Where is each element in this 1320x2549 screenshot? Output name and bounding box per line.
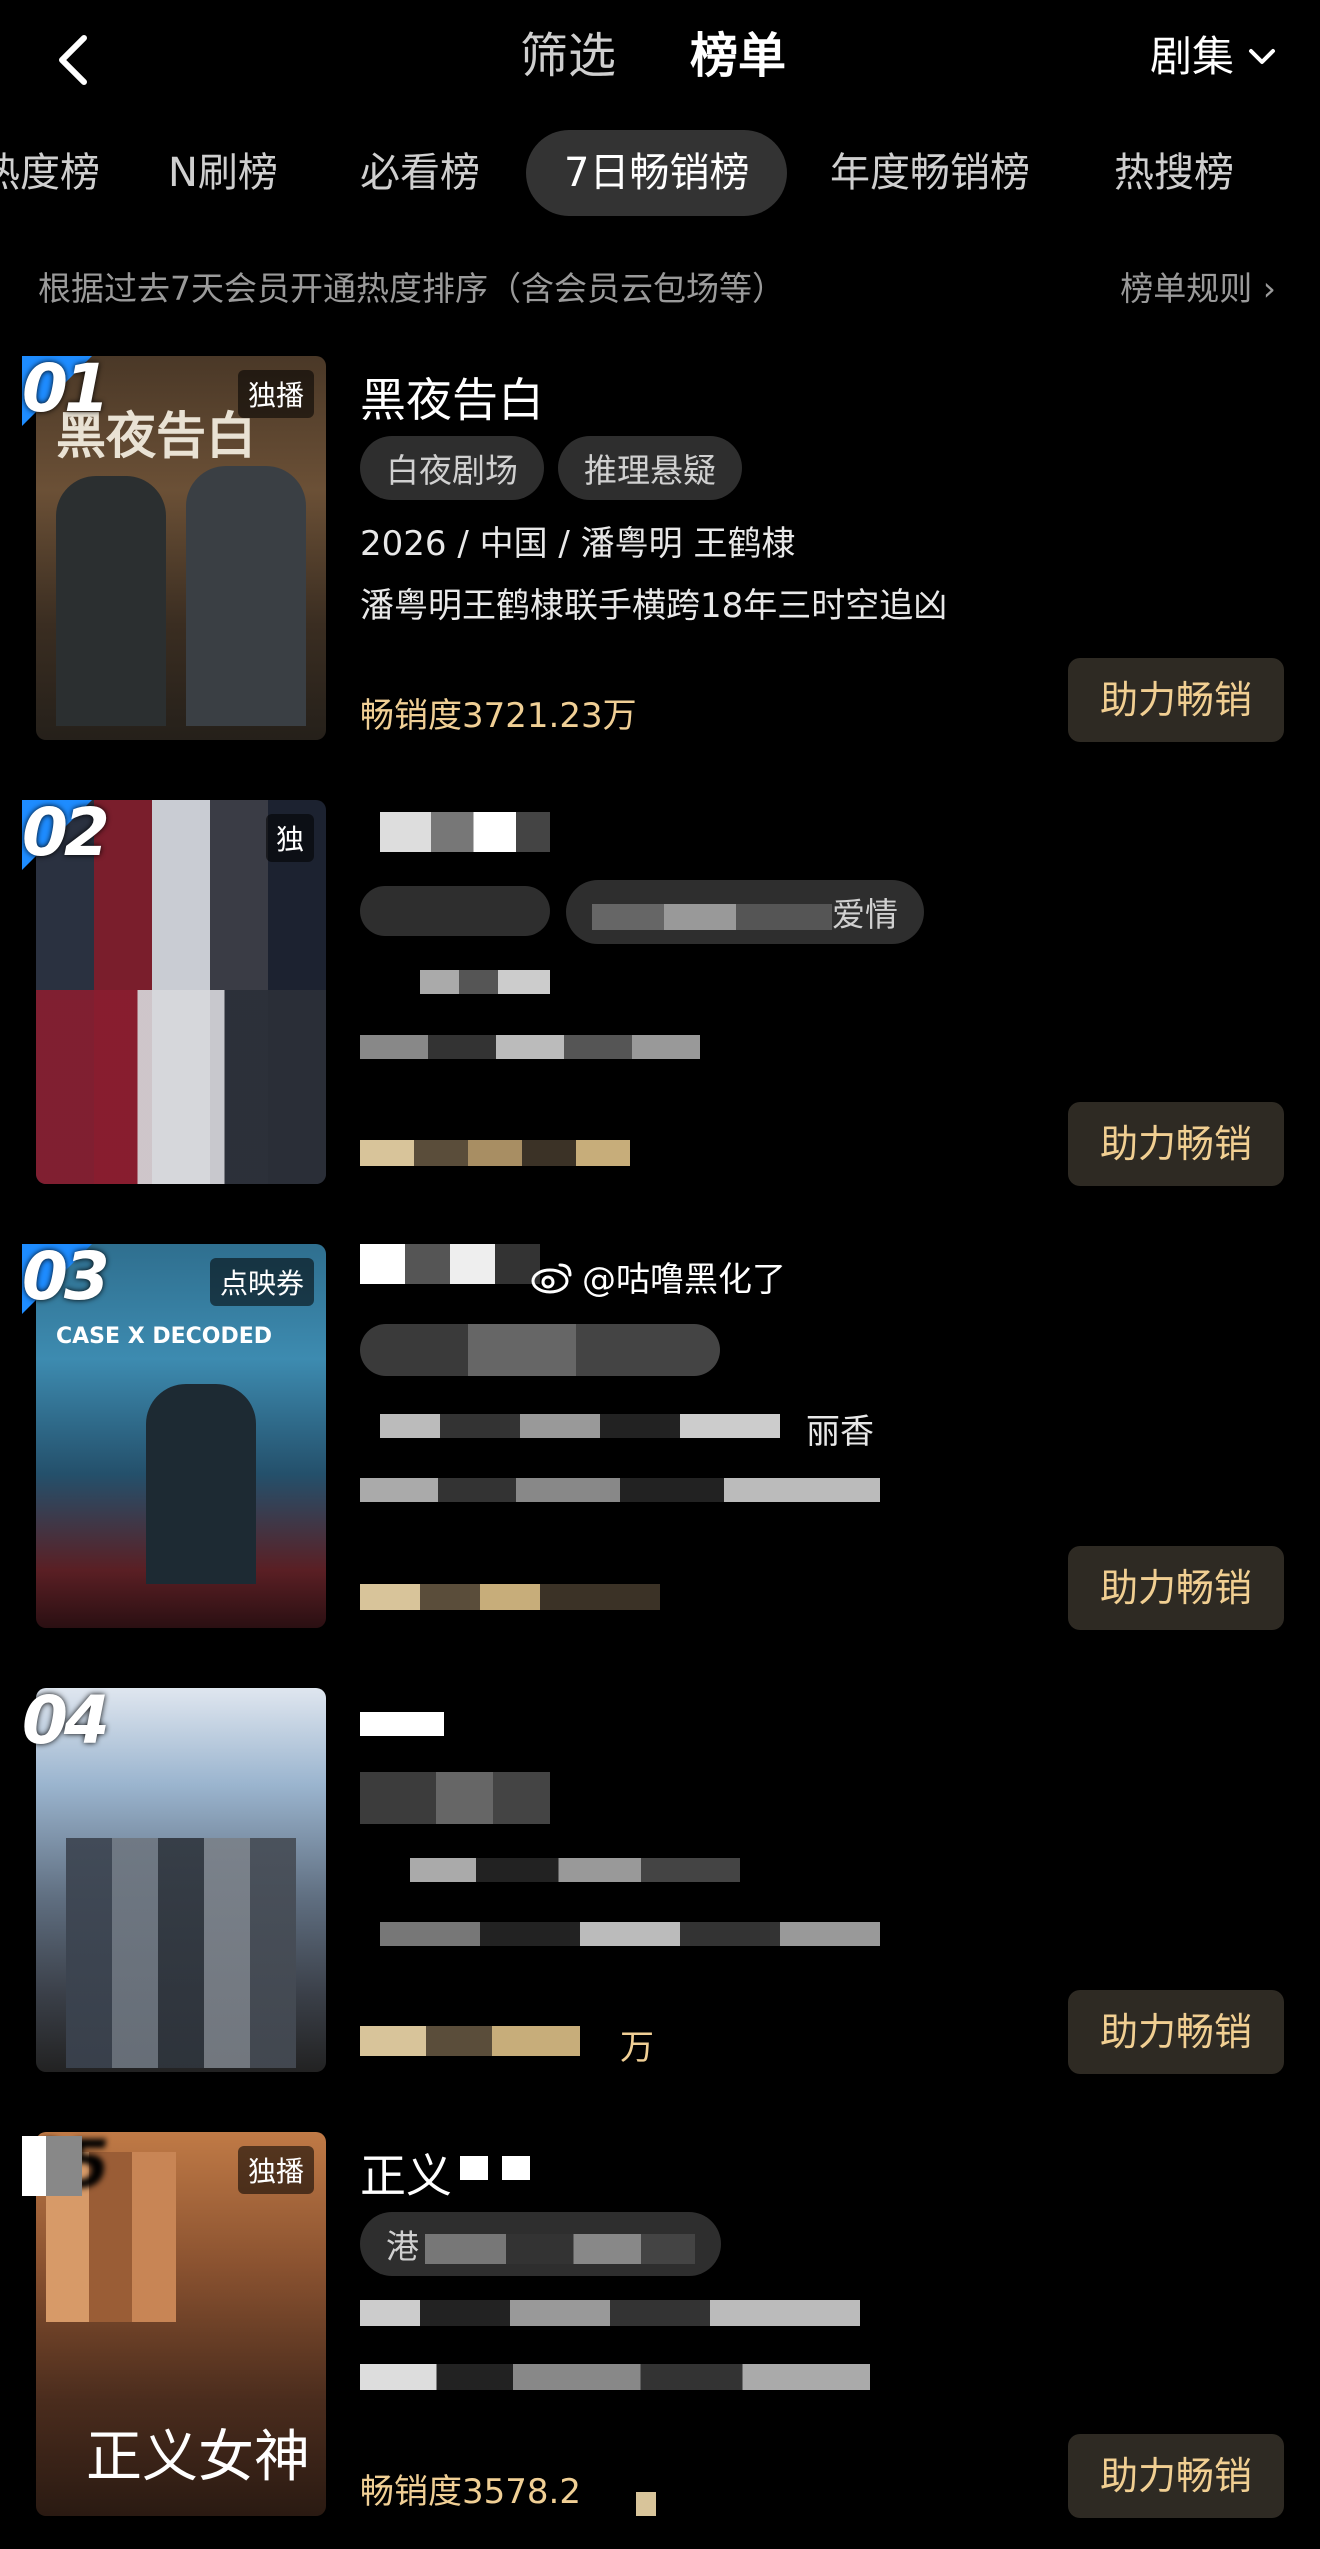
blurred-summary <box>360 2364 870 2390</box>
back-arrow-icon[interactable] <box>50 30 98 90</box>
blurred-title <box>380 812 550 852</box>
tag-list: 白夜剧场 推理悬疑 <box>360 436 742 500</box>
top-bar: 筛选 榜单 剧集 <box>0 0 1320 120</box>
poster-figure <box>186 466 306 726</box>
boost-sales-button[interactable]: 助力畅销 <box>1068 1990 1284 2074</box>
weibo-logo-icon <box>531 1263 572 1293</box>
tag[interactable]: 爱情 <box>566 880 924 944</box>
blurred-summary <box>360 1478 880 1502</box>
exclusive-badge: 独 <box>265 814 314 862</box>
blurred-meta <box>410 1858 740 1882</box>
category-dropdown[interactable]: 剧集 <box>1150 30 1276 84</box>
meta-visible-text: 丽香 <box>806 1412 874 1452</box>
blurred-sales <box>360 1140 630 1166</box>
tag-list: 爱情 <box>566 880 924 944</box>
boost-sales-button[interactable]: 助力畅销 <box>1068 2434 1284 2518</box>
blurred-tags <box>360 1324 720 1376</box>
poster-title: CASE X DECODED <box>56 1324 273 1349</box>
list-item[interactable]: 正义女神 独播 05 正义 港 畅销度3578.2 助力畅销 <box>0 2126 1320 2532</box>
poster-mosaic <box>36 990 326 1184</box>
tab-n-rewatch[interactable]: N刷榜 <box>168 130 278 216</box>
category-label: 剧集 <box>1149 32 1234 81</box>
blurred-rank <box>22 2136 82 2196</box>
sales-score: 畅销度3578.2 <box>360 2472 581 2512</box>
chevron-right-icon: › <box>1262 269 1276 308</box>
show-title-visible[interactable]: 正义 <box>360 2140 452 2206</box>
blurred-tag-text <box>425 2233 695 2264</box>
chevron-down-icon <box>1249 49 1275 64</box>
tag[interactable]: 港 <box>360 2212 721 2276</box>
rank-number: 03 <box>22 1238 110 1315</box>
tab-7day-bestseller[interactable]: 7日畅销榜 <box>526 130 788 216</box>
tab-hot[interactable]: 热度榜 <box>0 130 100 216</box>
show-summary: 潘粤明王鹤棣联手横跨18年三时空追凶 <box>360 586 948 626</box>
watermark-text: @咕噜黑化了 <box>582 1260 786 1300</box>
boost-sales-button[interactable]: 助力畅销 <box>1068 1102 1284 1186</box>
blurred-sales <box>360 2026 580 2056</box>
tag-list: 港 <box>360 2212 721 2276</box>
preview-ticket-badge: 点映券 <box>209 1258 314 1306</box>
blurred-sales-rest <box>636 2492 656 2516</box>
sales-visible-text: 万 <box>620 2028 654 2068</box>
blurred-title <box>360 1712 444 1736</box>
poster-title: 正义女神 <box>86 2425 310 2490</box>
rank-number: 02 <box>22 794 110 871</box>
boost-sales-button[interactable]: 助力畅销 <box>1068 1546 1284 1630</box>
boost-sales-button[interactable]: 助力畅销 <box>1068 658 1284 742</box>
list-item[interactable]: 黑夜告白 独播 01 黑夜告白 白夜剧场 推理悬疑 2026 / 中国 / 潘粤… <box>0 350 1320 756</box>
ranking-description: 根据过去7天会员开通热度排序（含会员云包场等） <box>38 269 785 308</box>
tag[interactable]: 白夜剧场 <box>360 436 544 500</box>
blurred-summary <box>380 1922 880 1946</box>
blurred-tag-text <box>592 903 832 930</box>
ranking-type-tabs: 热度榜 N刷榜 必看榜 7日畅销榜 年度畅销榜 热搜榜 <box>0 130 1320 216</box>
filter-tab[interactable]: 筛选 <box>520 24 616 88</box>
show-meta: 2026 / 中国 / 潘粤明 王鹤棣 <box>360 524 796 564</box>
sales-score: 畅销度3721.23万 <box>360 696 637 736</box>
blurred-meta <box>360 2300 860 2326</box>
ranking-rules-link[interactable]: 榜单规则 › <box>1120 262 1276 310</box>
blurred-title <box>360 1244 540 1284</box>
blurred-sales <box>360 1584 660 1610</box>
poster-figure <box>146 1384 256 1584</box>
show-title[interactable]: 黑夜告白 <box>360 364 544 430</box>
blurred-tag <box>360 1772 550 1824</box>
rules-label: 榜单规则 <box>1120 269 1253 308</box>
blurred-meta <box>420 970 550 994</box>
tag-visible-text: 爱情 <box>832 895 898 934</box>
poster-figures <box>66 1838 296 2068</box>
blurred-summary <box>360 1035 700 1059</box>
list-item[interactable]: CASE X DECODED 点映券 03 丽香 助力畅销 <box>0 1238 1320 1644</box>
exclusive-badge: 独播 <box>237 2146 314 2194</box>
list-item[interactable]: 独 02 爱情 助力畅销 <box>0 794 1320 1200</box>
rank-number: 01 <box>22 350 110 427</box>
rank-number: 04 <box>22 1682 110 1759</box>
tag[interactable]: 推理悬疑 <box>558 436 742 500</box>
blurred-title-rest <box>460 2156 530 2180</box>
tag-visible-text: 港 <box>386 2227 419 2266</box>
tab-hot-search[interactable]: 热搜榜 <box>1114 130 1234 216</box>
weibo-watermark: @咕噜黑化了 <box>530 1252 786 1301</box>
ranking-tab[interactable]: 榜单 <box>690 24 786 88</box>
blurred-tag <box>360 886 550 936</box>
list-item[interactable]: 04 万 助力畅销 <box>0 1682 1320 2088</box>
poster-figure <box>56 476 166 726</box>
exclusive-badge: 独播 <box>237 370 314 418</box>
blurred-meta <box>380 1414 780 1438</box>
tab-must-watch[interactable]: 必看榜 <box>360 130 480 216</box>
tab-annual-bestseller[interactable]: 年度畅销榜 <box>830 130 1030 216</box>
